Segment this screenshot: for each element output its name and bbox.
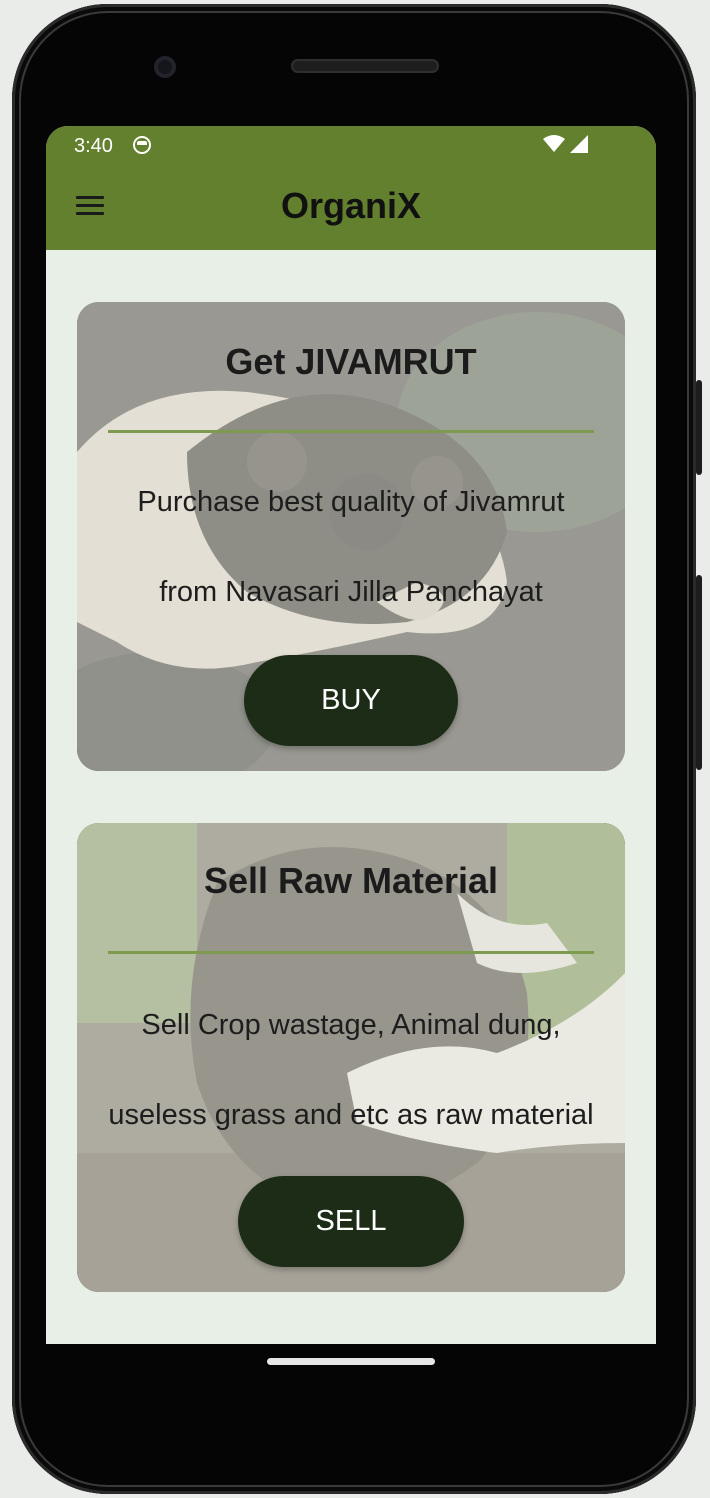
card-description-line-1: Sell Crop wastage, Animal dung, <box>141 1009 561 1041</box>
card-description-line-1: Purchase best quality of Jivamrut <box>137 486 565 518</box>
home-gesture-bar[interactable] <box>267 1358 435 1365</box>
cell-signal-icon <box>570 135 588 153</box>
front-camera <box>154 56 176 78</box>
app-title: OrganiX <box>280 185 422 226</box>
card-divider <box>108 430 594 433</box>
sell-button[interactable]: SELL <box>238 1176 464 1267</box>
earpiece-speaker <box>291 59 439 73</box>
card-description-line-2: from Navasari Jilla Panchayat <box>159 576 543 608</box>
card-title: Get JIVAMRUT <box>225 341 477 382</box>
card-divider <box>108 951 594 954</box>
sell-raw-material-card: Sell Raw Material Sell Crop wastage, Ani… <box>77 823 625 1292</box>
wifi-icon <box>543 135 565 152</box>
buy-jivamrut-card: Get JIVAMRUT Purchase best quality of Ji… <box>77 302 625 771</box>
app-notification-icon <box>133 136 151 154</box>
volume-button <box>696 575 702 770</box>
power-button <box>696 380 702 475</box>
buy-button[interactable]: BUY <box>244 655 458 746</box>
card-title: Sell Raw Material <box>203 860 499 901</box>
card-description-line-2: useless grass and etc as raw material <box>108 1099 594 1131</box>
status-time: 3:40 <box>74 135 113 157</box>
app-screen: 3:40 OrganiX Get JIVAMRUT Purchase best … <box>46 126 656 1344</box>
app-bar: 3:40 OrganiX <box>46 126 656 250</box>
